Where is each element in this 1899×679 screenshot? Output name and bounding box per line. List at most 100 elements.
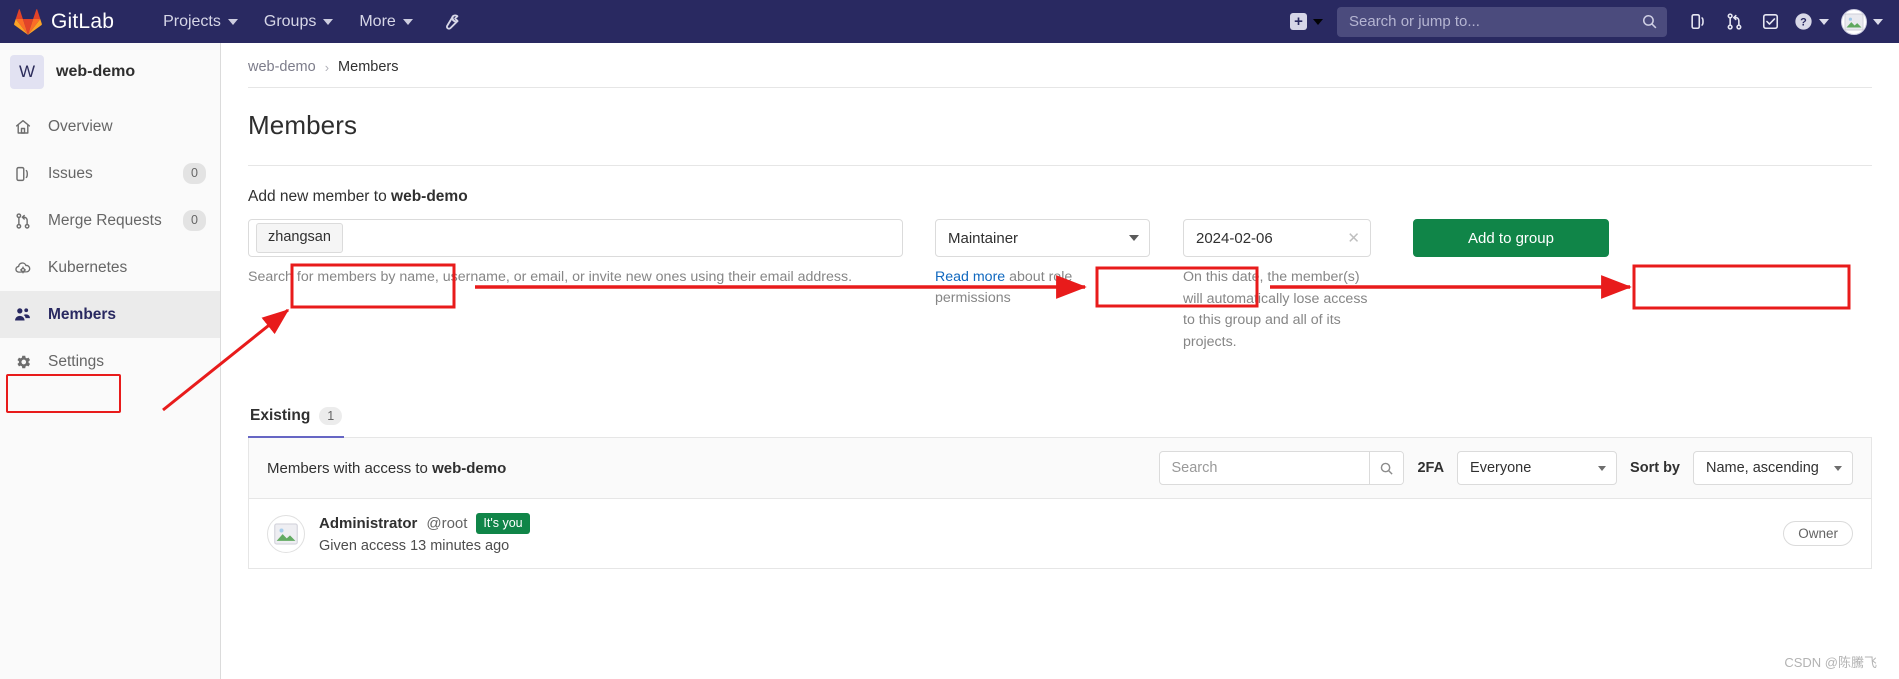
kubernetes-icon	[13, 259, 32, 277]
chevron-down-icon	[1834, 465, 1842, 471]
create-new-button[interactable]: +	[1282, 7, 1331, 36]
member-token-zhangsan[interactable]: zhangsan	[256, 223, 343, 253]
members-panel-title-group: web-demo	[432, 459, 507, 477]
breadcrumb-root[interactable]: web-demo	[248, 59, 316, 75]
chevron-down-icon	[1129, 235, 1139, 241]
sidebar-overview-label: Overview	[48, 117, 113, 135]
sidebar-item-overview[interactable]: Overview	[0, 103, 220, 150]
member-info: Administrator @root It's you Given acces…	[319, 513, 530, 554]
nav-more-label: More	[359, 12, 396, 30]
twofa-filter-value: Everyone	[1470, 460, 1532, 477]
members-search[interactable]	[1159, 451, 1405, 486]
project-header-link[interactable]: W web-demo	[0, 43, 220, 101]
project-avatar: W	[10, 55, 44, 89]
clear-icon[interactable]: ✕	[1347, 229, 1360, 247]
members-icon	[13, 305, 32, 324]
sidebar-item-issues[interactable]: Issues 0	[0, 150, 220, 197]
issues-icon	[13, 165, 32, 183]
member-role-badge: Owner	[1783, 521, 1853, 547]
members-search-button[interactable]	[1369, 452, 1404, 485]
member-access-info: Given access 13 minutes ago	[319, 538, 510, 555]
gear-icon	[13, 353, 32, 371]
nav-item-projects[interactable]: Projects	[150, 3, 251, 41]
avatar	[1841, 8, 1867, 35]
member-identity: Administrator @root It's you	[319, 513, 530, 535]
sidebar-item-merge-requests[interactable]: Merge Requests 0	[0, 197, 220, 244]
breadcrumb-separator: ›	[324, 59, 330, 75]
breadcrumb: web-demo › Members	[248, 43, 1872, 87]
expiration-date-value: 2024-02-06	[1196, 229, 1273, 247]
user-menu-button[interactable]	[1841, 8, 1883, 35]
tab-existing[interactable]: Existing 1	[248, 397, 345, 439]
sort-label: Sort by	[1630, 460, 1680, 477]
nav-todos-button[interactable]	[1753, 5, 1787, 39]
sidebar-item-members[interactable]: Members	[0, 291, 220, 338]
gitlab-home-link[interactable]: GitLab	[14, 8, 114, 36]
sidebar-kubernetes-label: Kubernetes	[48, 258, 128, 276]
search-icon	[1381, 462, 1394, 475]
tab-existing-count: 1	[319, 407, 343, 426]
merge-requests-icon	[13, 212, 32, 230]
chevron-down-icon	[1819, 18, 1829, 25]
members-panel-title-prefix: Members with access to	[267, 459, 433, 477]
members-panel-tools: 2FA Everyone Sort by Name, ascending	[1159, 451, 1853, 486]
search-icon	[1642, 14, 1657, 28]
chevron-down-icon	[1598, 465, 1607, 471]
global-search[interactable]	[1337, 6, 1667, 37]
tab-existing-label: Existing	[250, 407, 311, 425]
member-name[interactable]: Administrator	[319, 515, 417, 532]
nav-links: Projects Groups More	[150, 3, 461, 41]
sidebar-item-kubernetes[interactable]: Kubernetes	[0, 244, 220, 291]
merge-requests-icon	[1727, 13, 1741, 30]
member-search-input[interactable]: zhangsan	[248, 219, 903, 257]
expiration-date-input[interactable]: 2024-02-06 ✕	[1183, 219, 1371, 257]
main-content: web-demo › Members Members Add new membe…	[221, 43, 1899, 679]
chevron-down-icon	[323, 18, 334, 25]
page-title: Members	[248, 110, 358, 140]
nav-projects-label: Projects	[163, 12, 221, 30]
nav-item-more[interactable]: More	[346, 3, 425, 41]
sidebar-issues-count: 0	[183, 163, 206, 184]
member-role-cell: Owner	[1783, 521, 1853, 547]
nav-help-button[interactable]: ?	[1789, 11, 1833, 32]
twofa-filter-select[interactable]: Everyone	[1457, 451, 1618, 486]
add-member-label: Add new member to web-demo	[248, 166, 1872, 219]
sidebar-item-settings[interactable]: Settings	[0, 338, 220, 385]
role-select[interactable]: Maintainer	[935, 219, 1150, 257]
expiration-help-text: On this date, the member(s) will automat…	[1183, 269, 1368, 350]
nav-issues-button[interactable]	[1681, 5, 1715, 39]
svg-text:?: ?	[1800, 17, 1807, 29]
sidebar-merge-requests-count: 0	[183, 210, 206, 231]
add-member-label-prefix: Add new member to	[248, 188, 392, 205]
expiration-column: 2024-02-06 ✕ On this date, the member(s)…	[1183, 219, 1371, 353]
nav-merge-requests-button[interactable]	[1717, 5, 1751, 39]
search-input[interactable]	[1337, 6, 1667, 37]
admin-area-button[interactable]	[440, 11, 461, 32]
add-member-label-group: web-demo	[391, 188, 468, 205]
chevron-down-icon	[402, 18, 413, 25]
chevron-down-icon	[1313, 18, 1323, 25]
role-read-more-link[interactable]: Read more	[935, 269, 1005, 285]
members-search-input[interactable]	[1160, 452, 1370, 485]
avatar	[267, 514, 305, 553]
submit-column: Add to group	[1413, 219, 1609, 257]
brand-text: GitLab	[51, 9, 115, 33]
chevron-down-icon	[1873, 18, 1883, 25]
top-navbar: GitLab Projects Groups More + Search or …	[0, 0, 1899, 43]
broken-image-icon	[274, 523, 298, 545]
member-search-column: zhangsan Search for members by name, use…	[248, 219, 903, 288]
navbar-right: + Search or jump to... ?	[1282, 0, 1899, 43]
members-tabs-wrap: Existing 1 Members with access to web-de…	[248, 353, 1872, 570]
breadcrumb-current[interactable]: Members	[338, 59, 398, 75]
members-panel-header: Members with access to web-demo 2FA	[249, 438, 1871, 500]
left-sidebar: W web-demo Overview Issues 0 Merge Reque…	[0, 43, 221, 679]
twofa-label: 2FA	[1417, 460, 1445, 477]
chevron-down-icon	[227, 18, 238, 25]
sidebar-nav: Overview Issues 0 Merge Requests 0 Kuber…	[0, 103, 220, 385]
add-to-group-button[interactable]: Add to group	[1413, 219, 1609, 257]
project-name: web-demo	[56, 63, 136, 80]
member-handle: @root	[426, 515, 468, 533]
sort-select[interactable]: Name, ascending	[1693, 451, 1853, 486]
gitlab-logo-icon	[14, 8, 42, 35]
nav-item-groups[interactable]: Groups	[251, 3, 346, 41]
